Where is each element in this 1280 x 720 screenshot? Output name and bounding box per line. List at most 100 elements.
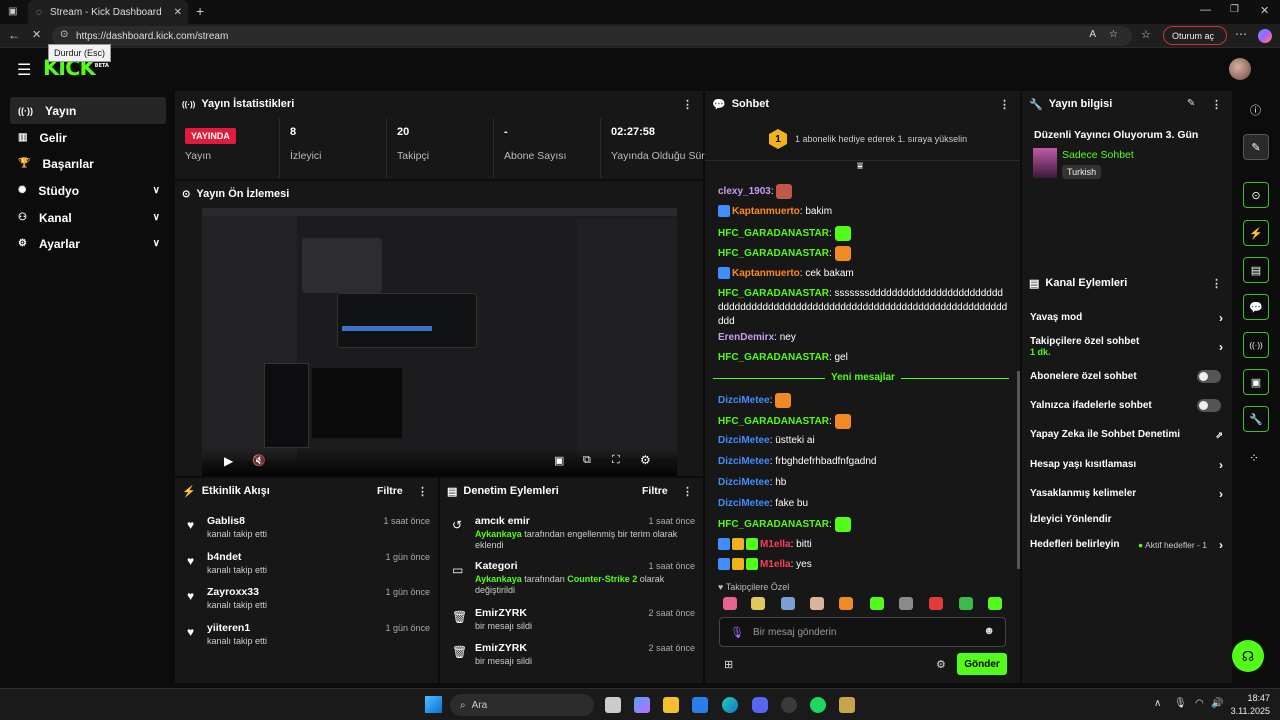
emote-icon[interactable]: [899, 597, 913, 610]
action-goals[interactable]: Hedefleri belirleyin ● Aktif hedefler - 1…: [1030, 538, 1225, 559]
chat-username[interactable]: Kaptanmuerto: [732, 268, 800, 279]
emote-icon[interactable]: [751, 597, 765, 610]
windows-start-icon[interactable]: [425, 696, 442, 713]
chat-message[interactable]: DizciMetee:: [718, 393, 1008, 408]
send-button[interactable]: Gönder: [957, 653, 1007, 675]
chevron-up-icon[interactable]: ∧: [1154, 698, 1161, 709]
subscribers-only-toggle[interactable]: [1197, 370, 1221, 383]
emoji-icon[interactable]: ☻: [983, 625, 995, 637]
tab-actions-icon[interactable]: ▣: [8, 6, 17, 17]
rail-moderation-button[interactable]: ▤: [1243, 257, 1269, 283]
chat-username[interactable]: HFC_GARADANASTAR: [718, 228, 829, 239]
chat-message[interactable]: Kaptanmuerto: bakim: [718, 205, 1008, 219]
discord-icon[interactable]: [752, 697, 768, 713]
emote-icon[interactable]: [988, 597, 1002, 610]
store-icon[interactable]: ⊞: [724, 658, 733, 671]
new-tab-icon[interactable]: +: [196, 3, 204, 19]
rail-channel-actions-button[interactable]: ▣: [1243, 369, 1269, 395]
more-menu-icon[interactable]: ⋯: [1235, 27, 1247, 41]
emote-icon[interactable]: [810, 597, 824, 610]
sidebar-item-ayarlar[interactable]: ⚙ Ayarlar ∨: [10, 230, 166, 257]
clock-time[interactable]: 18:47: [1240, 693, 1270, 703]
restore-icon[interactable]: ❐: [1230, 4, 1239, 15]
sidebar-item-kanal[interactable]: ⚇ Kanal ∨: [10, 204, 166, 231]
action-emote-only[interactable]: Yalnızca ifadelerle sohbet: [1030, 399, 1225, 420]
more-options-icon[interactable]: ⋮: [682, 98, 693, 111]
copilot-icon[interactable]: [1258, 29, 1272, 43]
emote-icon[interactable]: [959, 597, 973, 610]
chat-username[interactable]: M1ella: [760, 559, 791, 570]
read-aloud-icon[interactable]: A: [1089, 29, 1096, 40]
taskbar-search[interactable]: ⌕ Ara: [450, 694, 594, 716]
scroll-lock-icon[interactable]: ⩸: [857, 161, 863, 172]
more-options-icon[interactable]: ⋮: [682, 485, 693, 498]
rail-stream-info-button[interactable]: 🔧: [1243, 406, 1269, 432]
action-slow-mode[interactable]: Yavaş mod ›: [1030, 311, 1225, 332]
moderation-filter-button[interactable]: Filtre: [642, 485, 668, 497]
favorite-icon[interactable]: ☆: [1109, 29, 1118, 40]
user-avatar[interactable]: [1229, 58, 1251, 80]
store-app-icon[interactable]: [692, 697, 708, 713]
rail-stats-button[interactable]: ((·)): [1243, 332, 1269, 358]
obs-icon[interactable]: [781, 697, 797, 713]
chat-username[interactable]: ErenDemirx: [718, 332, 774, 343]
theater-mode-icon[interactable]: ▣: [554, 454, 564, 467]
action-subscribers-only[interactable]: Abonelere özel sohbet: [1030, 370, 1225, 391]
action-host[interactable]: İzleyici Yönlendir: [1030, 514, 1225, 534]
chat-message[interactable]: clexy_1903:: [718, 184, 1008, 199]
more-options-icon[interactable]: ⋮: [1211, 98, 1222, 111]
edit-icon[interactable]: ✎: [1187, 98, 1195, 109]
more-options-icon[interactable]: ⋮: [417, 485, 428, 498]
rail-chat-button[interactable]: 💬: [1243, 294, 1269, 320]
chat-username[interactable]: DizciMetee: [718, 477, 770, 488]
league-icon[interactable]: [839, 697, 855, 713]
stop-icon[interactable]: ✕: [32, 28, 41, 41]
sidebar-item-yayin[interactable]: ((·)) Yayın: [10, 97, 166, 124]
chat-username[interactable]: DizciMetee: [718, 395, 770, 406]
site-info-icon[interactable]: ⊙: [60, 29, 68, 40]
emote-icon[interactable]: [781, 597, 795, 610]
activity-filter-button[interactable]: Filtre: [377, 485, 403, 497]
emote-only-toggle[interactable]: [1197, 399, 1221, 412]
fullscreen-icon[interactable]: ⛶: [612, 454, 620, 467]
gear-icon[interactable]: ⚙: [640, 453, 651, 467]
edge-icon[interactable]: [722, 697, 738, 713]
emote-icon[interactable]: [839, 597, 853, 610]
chat-message[interactable]: HFC_GARADANASTAR:: [718, 226, 1008, 241]
chat-username[interactable]: HFC_GARADANASTAR: [718, 519, 829, 530]
sidebar-item-studyo[interactable]: ✺ Stüdyo ∨: [10, 177, 166, 204]
wifi-icon[interactable]: ◠: [1195, 698, 1204, 709]
chat-message[interactable]: HFC_GARADANASTAR:: [718, 517, 1008, 532]
gear-icon[interactable]: ⚙: [936, 658, 946, 671]
rail-activity-button[interactable]: ⚡: [1243, 220, 1269, 246]
chat-username[interactable]: clexy_1903: [718, 186, 771, 197]
spotify-icon[interactable]: [810, 697, 826, 713]
sidebar-item-basarilar[interactable]: 🏆 Başarılar: [10, 150, 166, 177]
chat-message[interactable]: HFC_GARADANASTAR: sssssssddddddddddddddd…: [718, 287, 1008, 329]
chat-message[interactable]: DizciMetee: frbghdefrhbadfnfgadnd: [718, 455, 1008, 469]
mute-icon[interactable]: 🔇: [252, 454, 266, 467]
rail-preview-button[interactable]: ⊙: [1243, 182, 1269, 208]
chat-message[interactable]: HFC_GARADANASTAR: gel: [718, 351, 1008, 365]
edit-layout-button[interactable]: ✎: [1243, 134, 1269, 160]
chat-message[interactable]: ErenDemirx: ney: [718, 331, 1008, 345]
play-icon[interactable]: ▶: [224, 454, 233, 468]
close-tab-icon[interactable]: ✕: [174, 7, 182, 18]
emote-icon[interactable]: [870, 597, 884, 610]
chat-message[interactable]: DizciMetee: hb: [718, 476, 1008, 490]
favorites-icon[interactable]: ☆: [1141, 28, 1151, 41]
category-name[interactable]: Sadece Sohbet: [1062, 149, 1134, 161]
microphone-icon[interactable]: 🎙: [730, 626, 744, 639]
sidebar-item-gelir[interactable]: ▥ Gelir: [10, 124, 166, 151]
more-options-icon[interactable]: ⋮: [999, 98, 1010, 111]
chat-username[interactable]: HFC_GARADANASTAR: [718, 288, 829, 299]
video-player[interactable]: ▶ 🔇 ▣ ⧉ ⛶ ⚙: [202, 208, 677, 476]
support-button[interactable]: ☊: [1232, 640, 1264, 672]
chat-scrollbar[interactable]: [1017, 371, 1020, 569]
chat-message[interactable]: DizciMetee: fake bu: [718, 497, 1008, 511]
microphone-icon[interactable]: 🎙: [1174, 698, 1187, 709]
task-view-icon[interactable]: [605, 697, 621, 713]
close-window-icon[interactable]: ✕: [1260, 4, 1269, 17]
chat-username[interactable]: HFC_GARADANASTAR: [718, 352, 829, 363]
chat-username[interactable]: Kaptanmuerto: [732, 206, 800, 217]
